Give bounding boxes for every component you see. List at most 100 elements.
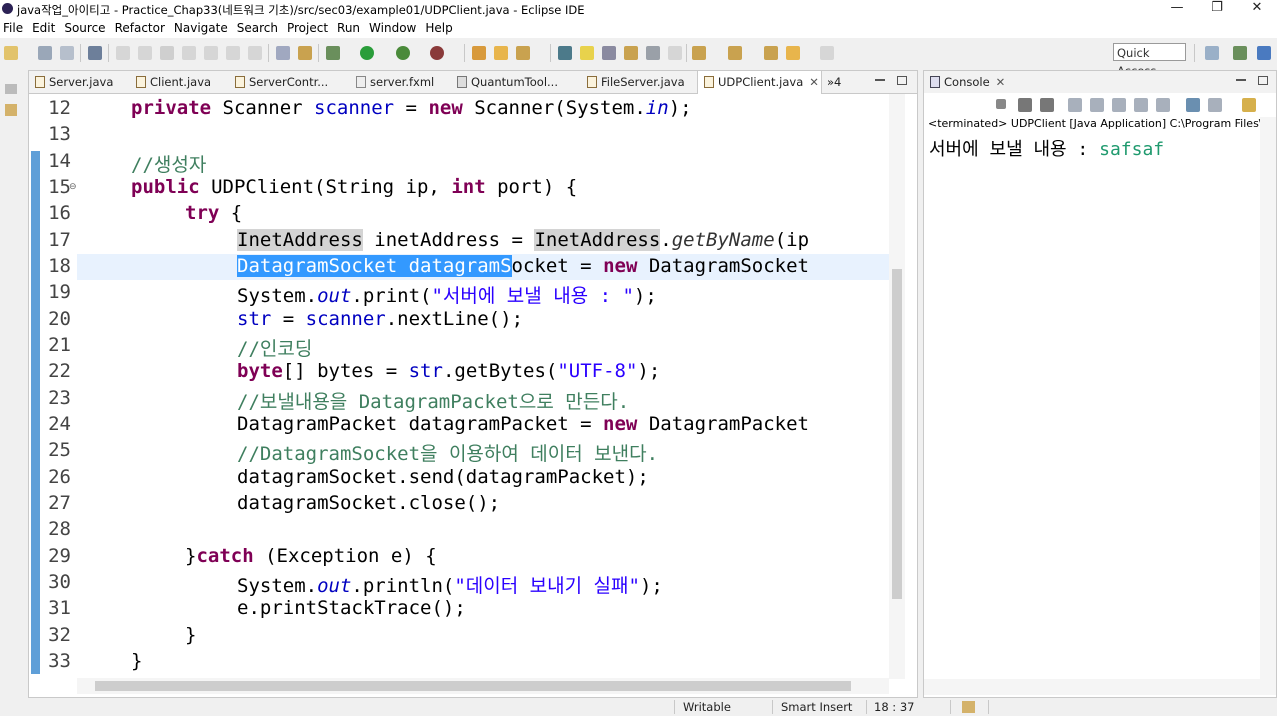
new-package-icon[interactable]	[494, 46, 508, 60]
console-panel: Console ✕ <terminated> UDPClient [Java Ap…	[923, 70, 1277, 698]
close-tab-icon[interactable]: ✕	[809, 75, 819, 89]
progress-icon[interactable]	[962, 701, 975, 713]
vertical-scrollbar[interactable]	[889, 94, 905, 679]
line-number: 14	[48, 150, 71, 172]
next-annotation-icon[interactable]	[692, 46, 706, 60]
save-icon[interactable]	[38, 46, 52, 60]
tab-server-controller[interactable]: ServerContr...	[235, 71, 328, 93]
step-into-icon[interactable]	[204, 46, 218, 60]
new-java-project-icon[interactable]	[472, 46, 486, 60]
insert-mode-status[interactable]: Smart Insert	[781, 700, 852, 714]
suspend-icon[interactable]	[138, 46, 152, 60]
open-console-icon[interactable]	[1242, 98, 1256, 112]
external-tools-icon[interactable]	[430, 46, 444, 60]
show-whitespace-icon[interactable]	[646, 46, 660, 60]
tab-server-fxml[interactable]: server.fxml	[356, 71, 434, 93]
debug-icon[interactable]	[326, 46, 340, 60]
vertical-scroll-thumb[interactable]	[892, 269, 902, 599]
line-number: 24	[48, 413, 71, 435]
tab-quantum-tool[interactable]: QuantumTool...	[457, 71, 558, 93]
menu-edit[interactable]: Edit	[29, 18, 55, 38]
paragraph-icon[interactable]	[668, 46, 682, 60]
minimize-editor-icon[interactable]	[875, 79, 885, 81]
terminate-icon[interactable]	[996, 99, 1006, 109]
clear-console-icon[interactable]	[1068, 98, 1082, 112]
toggle-mark-occurrences-icon[interactable]	[580, 46, 594, 60]
remove-all-launches-icon[interactable]	[1040, 98, 1054, 112]
debug-perspective-icon[interactable]	[1233, 46, 1247, 60]
minimize-button[interactable]: —	[1157, 0, 1197, 18]
menu-project[interactable]: Project	[284, 18, 328, 38]
code-line-22: byte[] bytes = str.getBytes("UTF-8");	[237, 360, 661, 382]
run-icon[interactable]	[360, 46, 374, 60]
resume-icon[interactable]	[116, 46, 130, 60]
terminate-icon[interactable]	[160, 46, 174, 60]
new-class-icon[interactable]	[516, 46, 530, 60]
console-output[interactable]: 서버에 보낼 내용 : safsaf	[929, 135, 1164, 161]
code-line-23: //보낼내용을 DatagramPacket으로 만든다.	[237, 391, 630, 413]
tab-console[interactable]: Console ✕	[930, 71, 1005, 93]
code-line-33: }	[131, 650, 143, 672]
close-console-icon[interactable]: ✕	[996, 75, 1006, 89]
toggle-block-selection-icon[interactable]	[602, 46, 616, 60]
disconnect-icon[interactable]	[182, 46, 196, 60]
code-editor[interactable]: 12 13 14 15 ⊖ 16 17 18 19 20 21 22 23 24…	[29, 94, 905, 679]
tab-client-java[interactable]: Client.java	[136, 71, 211, 93]
open-type-icon[interactable]	[558, 46, 572, 60]
maximize-console-icon[interactable]	[1258, 76, 1268, 85]
open-perspective-icon[interactable]	[1205, 46, 1219, 60]
save-all-icon[interactable]	[60, 46, 74, 60]
tab-udpclient-java[interactable]: UDPClient.java ✕	[697, 71, 822, 94]
line-number: 12	[48, 97, 71, 119]
tab-server-java[interactable]: Server.java	[35, 71, 113, 93]
display-console-icon[interactable]	[1208, 98, 1222, 112]
step-return-icon[interactable]	[248, 46, 262, 60]
minimize-console-icon[interactable]	[1236, 79, 1246, 81]
pin-console-icon[interactable]	[1186, 98, 1200, 112]
tab-fileserver-java[interactable]: FileServer.java	[587, 71, 685, 93]
search-icon[interactable]	[624, 46, 638, 60]
restore-icon[interactable]	[5, 84, 17, 94]
menu-search[interactable]: Search	[234, 18, 278, 38]
back-icon[interactable]	[786, 46, 800, 60]
coverage-icon[interactable]	[396, 46, 410, 60]
java-perspective-icon[interactable]	[1257, 46, 1271, 60]
code-line-19: System.out.print("서버에 보낼 내용 : ");	[237, 285, 657, 307]
fold-collapse-icon[interactable]: ⊖	[69, 182, 77, 192]
menu-navigate[interactable]: Navigate	[171, 18, 228, 38]
console-horizontal-scrollbar[interactable]	[924, 679, 1276, 695]
close-button[interactable]: ✕	[1237, 0, 1277, 18]
menu-source[interactable]: Source	[61, 18, 105, 38]
previous-annotation-icon[interactable]	[728, 46, 742, 60]
last-edit-location-icon[interactable]	[764, 46, 778, 60]
menu-refactor[interactable]: Refactor	[112, 18, 165, 38]
maximize-button[interactable]: ❐	[1197, 0, 1237, 18]
editor-panel: Server.java Client.java ServerContr... s…	[28, 70, 918, 698]
menu-run[interactable]: Run	[334, 18, 360, 38]
remove-launch-icon[interactable]	[1018, 98, 1032, 112]
menu-help[interactable]: Help	[422, 18, 452, 38]
skip-breakpoints-icon[interactable]	[88, 46, 102, 60]
quick-access-input[interactable]: Quick Access	[1113, 43, 1186, 78]
word-wrap-icon[interactable]	[1112, 98, 1126, 112]
package-explorer-icon[interactable]	[5, 104, 17, 116]
console-vertical-scrollbar[interactable]	[1260, 117, 1276, 679]
tab-overflow[interactable]: »4	[827, 71, 841, 93]
maximize-editor-icon[interactable]	[897, 76, 907, 85]
scroll-lock-icon[interactable]	[1090, 98, 1104, 112]
main-toolbar: Quick Access	[0, 38, 1277, 78]
use-step-filters-icon[interactable]	[276, 46, 290, 60]
horizontal-scrollbar[interactable]	[77, 678, 889, 694]
new-icon[interactable]	[4, 46, 18, 60]
line-number: 20	[48, 308, 71, 330]
horizontal-scroll-thumb[interactable]	[95, 681, 851, 691]
menu-window[interactable]: Window	[366, 18, 416, 38]
open-task-icon[interactable]	[298, 46, 312, 60]
step-over-icon[interactable]	[226, 46, 240, 60]
show-on-stdout-icon[interactable]	[1134, 98, 1148, 112]
line-number: 17	[48, 229, 71, 251]
forward-icon[interactable]	[820, 46, 834, 60]
left-trim-stack	[0, 70, 24, 716]
menu-file[interactable]: File	[0, 18, 23, 38]
show-on-stderr-icon[interactable]	[1156, 98, 1170, 112]
